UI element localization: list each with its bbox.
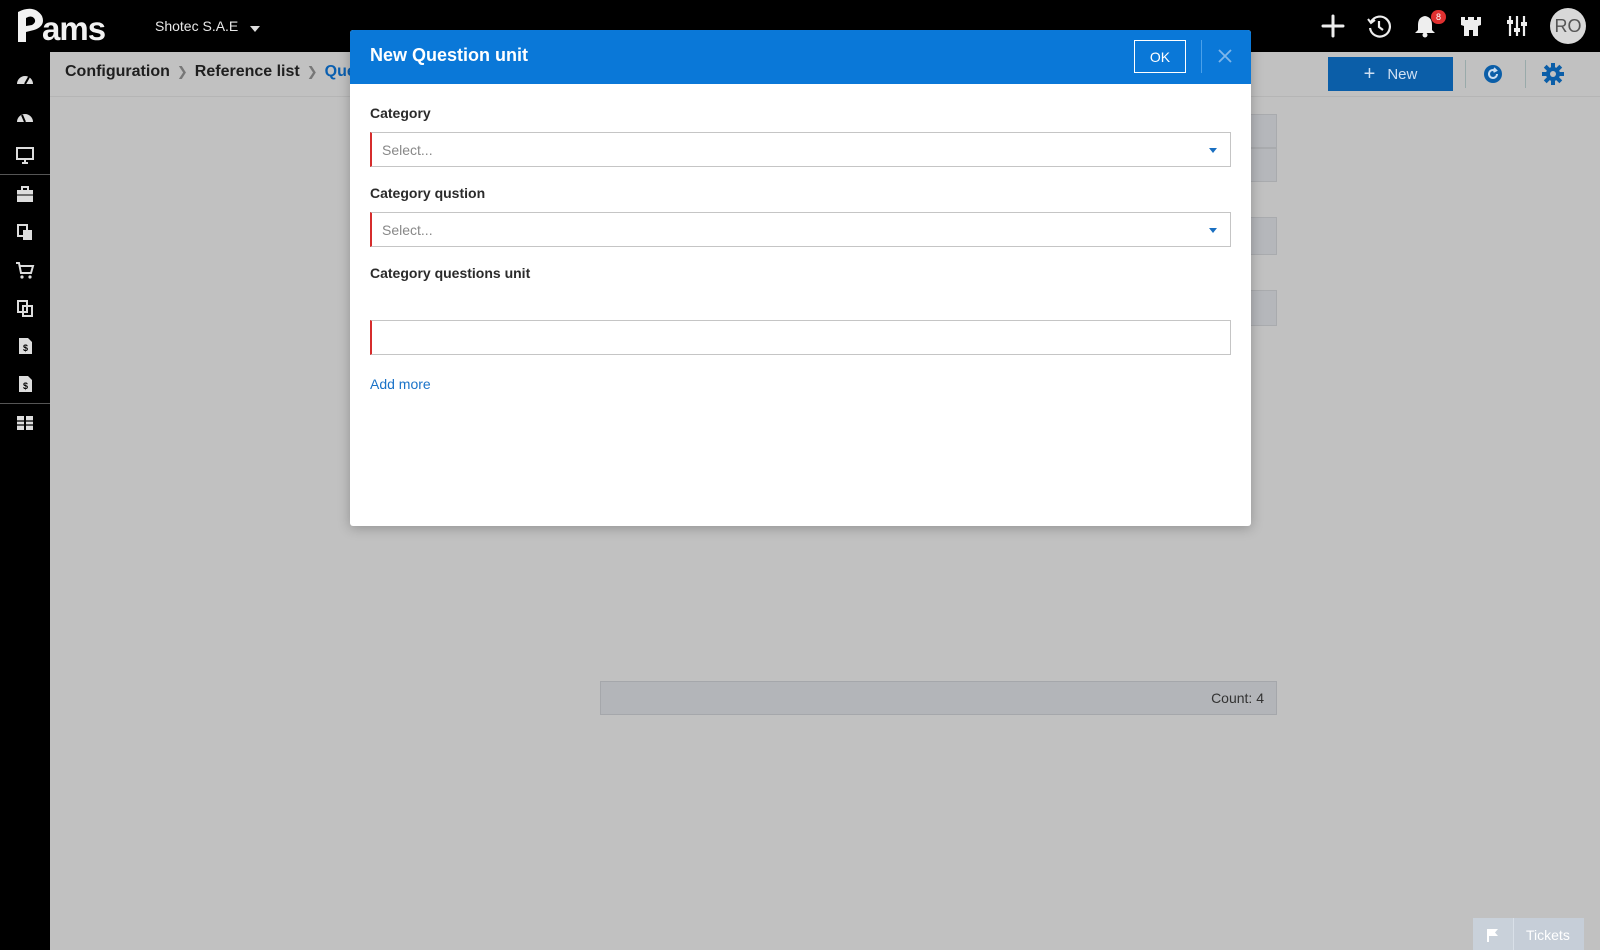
dialog-header: New Question unit OK <box>350 30 1251 84</box>
svg-text:$: $ <box>23 381 28 391</box>
svg-text:$: $ <box>23 343 28 353</box>
dashboard-icon[interactable] <box>0 60 50 98</box>
tickets-button[interactable]: Tickets <box>1473 918 1584 950</box>
notification-badge: 8 <box>1430 10 1446 24</box>
refresh-icon[interactable] <box>1480 61 1506 87</box>
tenant-name: Shotec S.A.E <box>155 18 239 34</box>
chevron-down-icon <box>1209 228 1217 233</box>
gear-icon[interactable] <box>1540 61 1566 87</box>
cart-icon[interactable] <box>0 251 50 289</box>
category-questions-unit-input[interactable] <box>370 320 1231 355</box>
new-button[interactable]: + New <box>1328 57 1453 91</box>
record-count: Count: 4 <box>1211 690 1264 706</box>
breadcrumb-item-reference-list[interactable]: Reference list <box>195 63 300 81</box>
app-logo[interactable]: ams <box>12 6 130 47</box>
category-questions-unit-label: Category questions unit <box>370 265 531 281</box>
tenant-selector[interactable]: Shotec S.A.E <box>155 18 261 34</box>
category-question-label: Category qustion <box>370 185 486 201</box>
avatar[interactable]: RO <box>1550 8 1586 44</box>
chevron-right-icon: ❯ <box>176 64 188 79</box>
list-footer: Count: 4 <box>600 681 1277 715</box>
breadcrumb: Configuration ❯ Reference list ❯ Ques <box>65 63 365 81</box>
category-question-select[interactable]: Select... <box>370 212 1231 247</box>
briefcase-icon[interactable] <box>0 175 50 213</box>
category-label: Category <box>370 105 431 121</box>
ok-button[interactable]: OK <box>1134 40 1186 73</box>
castle-icon[interactable] <box>1456 8 1486 44</box>
new-button-label: New <box>1387 65 1418 83</box>
grid-icon[interactable] <box>0 404 50 442</box>
toolbar-divider <box>1465 60 1466 88</box>
invoice-icon[interactable]: $ <box>0 327 50 365</box>
dialog-title: New Question unit <box>370 45 529 65</box>
monitor-icon[interactable] <box>0 136 50 174</box>
history-icon[interactable] <box>1364 8 1394 44</box>
add-more-link[interactable]: Add more <box>370 376 431 392</box>
sidebar: $ $ <box>0 52 50 950</box>
svg-text:ams: ams <box>42 10 105 46</box>
new-question-unit-dialog: New Question unit OK Category Select... … <box>350 30 1251 526</box>
copy-icon[interactable] <box>0 289 50 327</box>
category-select[interactable]: Select... <box>370 132 1231 167</box>
chevron-right-icon: ❯ <box>306 64 318 79</box>
category-placeholder: Select... <box>382 141 433 158</box>
plus-icon: + <box>1363 63 1376 85</box>
invoice-alt-icon[interactable]: $ <box>0 365 50 403</box>
chevron-down-icon <box>250 26 261 32</box>
documents-icon[interactable] <box>0 213 50 251</box>
flag-icon <box>1473 918 1513 950</box>
chevron-down-icon <box>1209 148 1217 153</box>
plus-icon[interactable] <box>1318 8 1348 44</box>
close-icon[interactable] <box>1212 43 1238 69</box>
sliders-icon[interactable] <box>1502 8 1532 44</box>
header-divider <box>1201 40 1202 73</box>
breadcrumb-item-configuration[interactable]: Configuration <box>65 63 170 81</box>
gauge-icon[interactable] <box>0 98 50 136</box>
tickets-label: Tickets <box>1513 918 1584 950</box>
bell-icon[interactable]: 8 <box>1410 8 1446 44</box>
toolbar-divider <box>1525 60 1526 88</box>
category-question-placeholder: Select... <box>382 221 433 238</box>
